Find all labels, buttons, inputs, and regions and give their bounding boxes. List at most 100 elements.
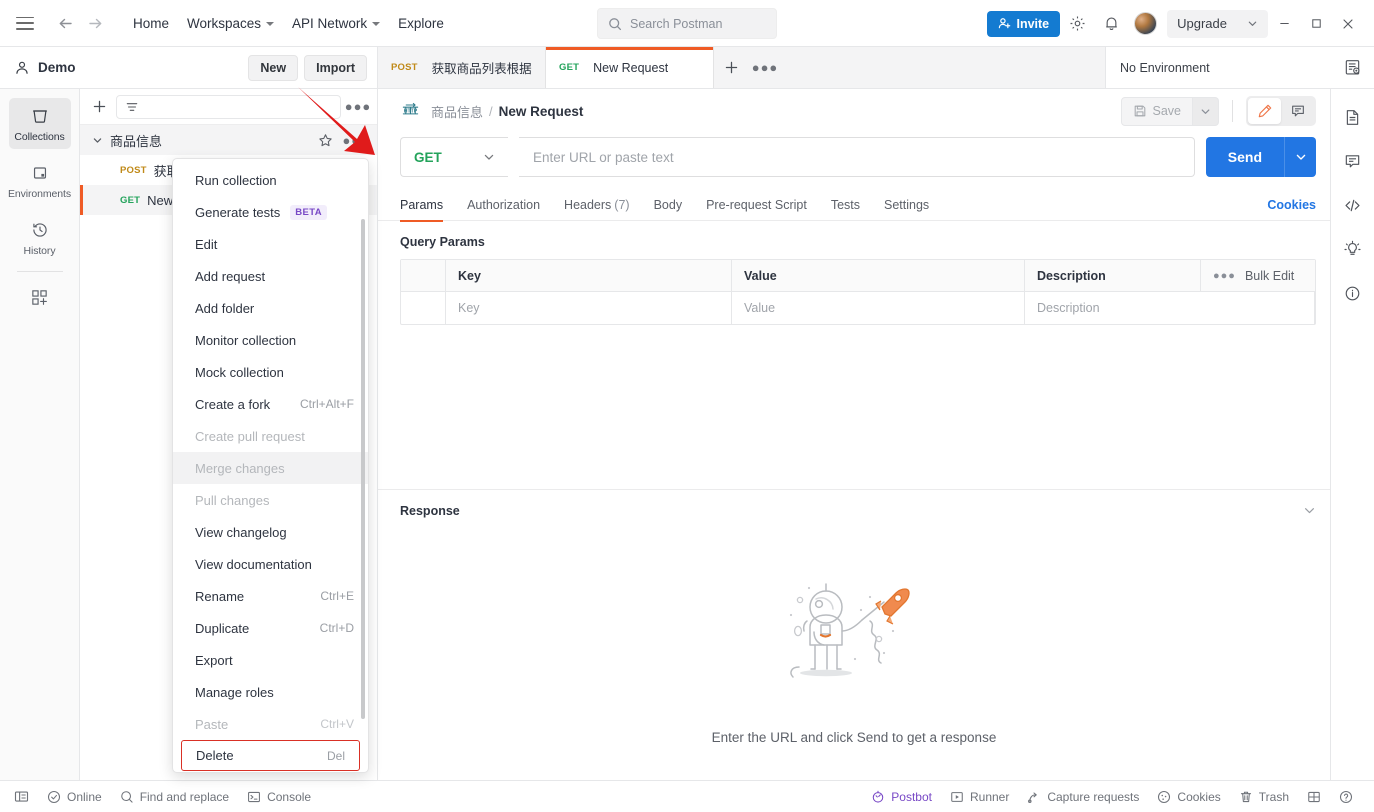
notifications-button[interactable] — [1094, 7, 1128, 41]
comment-view-button[interactable] — [1281, 98, 1314, 124]
nav-item-home[interactable]: Home — [124, 10, 178, 37]
edit-view-button[interactable] — [1248, 98, 1281, 124]
tab-pre-request-script[interactable]: Pre-request Script — [694, 189, 819, 221]
table-row[interactable]: Key Value Description — [401, 292, 1315, 324]
menu-item-add-request[interactable]: Add request — [173, 260, 368, 292]
menu-item-edit[interactable]: Edit — [173, 228, 368, 260]
send-button[interactable]: Send — [1205, 137, 1284, 177]
info-bulb-button[interactable] — [1336, 229, 1370, 269]
info-button[interactable] — [1336, 273, 1370, 313]
tab-authorization[interactable]: Authorization — [455, 189, 552, 221]
filter-icon — [126, 102, 138, 111]
save-options-button[interactable] — [1193, 96, 1219, 126]
menu-label: Monitor collection — [195, 332, 297, 348]
comments-button[interactable] — [1336, 141, 1370, 181]
cell-description[interactable]: Description — [1025, 292, 1315, 324]
bulk-edit-button[interactable]: ●●● Bulk Edit — [1201, 260, 1315, 291]
menu-item-delete[interactable]: Delete Del — [181, 740, 360, 771]
hamburger-icon[interactable] — [16, 16, 34, 30]
settings-button[interactable] — [1060, 7, 1094, 41]
menu-item-duplicate[interactable]: Duplicate Ctrl+D — [173, 612, 368, 644]
import-button[interactable]: Import — [304, 54, 367, 81]
collection-row[interactable]: 商品信息 ●●● — [80, 125, 377, 155]
cell-key[interactable]: Key — [446, 292, 732, 324]
window-close-button[interactable] — [1332, 0, 1364, 47]
menu-item-run-collection[interactable]: Run collection — [173, 164, 368, 196]
menu-item-manage-roles[interactable]: Manage roles — [173, 676, 368, 708]
sidebar-toggle-button[interactable] — [10, 781, 38, 812]
trash-button[interactable]: Trash — [1230, 781, 1298, 812]
menu-item-add-folder[interactable]: Add folder — [173, 292, 368, 324]
save-button[interactable]: Save — [1120, 96, 1193, 126]
status-online[interactable]: Online — [38, 781, 111, 812]
help-button[interactable] — [1330, 781, 1362, 812]
new-tab-button[interactable] — [714, 47, 748, 88]
console-button[interactable]: Console — [238, 781, 320, 812]
avatar[interactable] — [1134, 12, 1158, 35]
menu-item-export[interactable]: Export — [173, 644, 368, 676]
tab-body[interactable]: Body — [642, 189, 695, 221]
tab-settings[interactable]: Settings — [872, 189, 941, 221]
method-select[interactable]: GET — [400, 137, 508, 177]
url-input-wrap[interactable] — [519, 137, 1195, 177]
sidebar-filter-input[interactable] — [116, 94, 341, 119]
sidebar-add-button[interactable] — [88, 96, 110, 118]
search-container — [597, 8, 777, 39]
find-and-replace-button[interactable]: Find and replace — [111, 781, 238, 812]
tab-more-button[interactable]: ●●● — [748, 47, 782, 88]
url-input[interactable] — [533, 149, 1180, 165]
documentation-button[interactable] — [1336, 97, 1370, 137]
collection-more-button[interactable]: ●●● — [342, 129, 369, 151]
menu-item-mock-collection[interactable]: Mock collection — [173, 356, 368, 388]
sidebar-item-history[interactable]: History — [9, 212, 71, 263]
sidebar-item-collections[interactable]: Collections — [8, 98, 71, 149]
cookies-button[interactable]: Cookies — [1148, 781, 1229, 812]
row-checkbox-cell[interactable] — [401, 292, 446, 324]
menu-item-monitor-collection[interactable]: Monitor collection — [173, 324, 368, 356]
search-input[interactable] — [630, 16, 760, 31]
request-header-actions: Save — [1120, 96, 1316, 126]
arrow-right-icon[interactable] — [80, 8, 110, 38]
invite-button[interactable]: Invite — [987, 10, 1061, 37]
method-label: GET — [414, 149, 442, 165]
tab-item[interactable]: POST 获取商品列表根据商品名 — [378, 47, 546, 88]
tab-params[interactable]: Params — [400, 189, 455, 222]
cookies-link[interactable]: Cookies — [1267, 198, 1316, 212]
menu-item-rename[interactable]: Rename Ctrl+E — [173, 580, 368, 612]
add-new-button[interactable] — [9, 282, 71, 313]
window-minimize-button[interactable] — [1268, 0, 1300, 47]
menu-item-generate-tests[interactable]: Generate tests BETA — [173, 196, 368, 228]
capture-requests-button[interactable]: Capture requests — [1018, 781, 1148, 812]
menu-item-view-documentation[interactable]: View documentation — [173, 548, 368, 580]
environment-quick-look-button[interactable] — [1330, 47, 1374, 89]
star-icon[interactable] — [318, 133, 333, 148]
sidebar-more-button[interactable]: ●●● — [345, 96, 371, 118]
bell-icon — [1105, 17, 1117, 31]
send-options-button[interactable] — [1284, 137, 1316, 177]
breadcrumb-parent[interactable]: 商品信息 — [431, 102, 483, 121]
context-menu-scrollbar[interactable] — [361, 219, 365, 719]
arrow-left-icon[interactable] — [50, 8, 80, 38]
sidebar-item-environments[interactable]: Environments — [8, 155, 71, 206]
postbot-button[interactable]: Postbot — [867, 781, 941, 812]
search-box[interactable] — [597, 8, 777, 39]
select-all-cell[interactable] — [401, 260, 446, 291]
upgrade-button[interactable]: Upgrade — [1167, 9, 1268, 38]
cell-value[interactable]: Value — [732, 292, 1025, 324]
new-button[interactable]: New — [248, 54, 299, 81]
chevron-down-icon[interactable] — [92, 135, 106, 146]
chevron-down-icon[interactable] — [1303, 504, 1316, 517]
nav-item-explore[interactable]: Explore — [389, 10, 453, 37]
tab-tests[interactable]: Tests — [819, 189, 872, 221]
nav-item-workspaces[interactable]: Workspaces — [178, 10, 283, 37]
runner-button[interactable]: Runner — [941, 781, 1018, 812]
menu-item-create-a-fork[interactable]: Create a fork Ctrl+Alt+F — [173, 388, 368, 420]
nav-item-api-network[interactable]: API Network — [283, 10, 389, 37]
tab-headers[interactable]: Headers (7) — [552, 189, 642, 221]
right-rail — [1330, 89, 1374, 780]
window-maximize-button[interactable] — [1300, 0, 1332, 47]
code-snippet-button[interactable] — [1336, 185, 1370, 225]
tab-item[interactable]: GET New Request — [546, 47, 714, 88]
layout-button[interactable] — [1298, 781, 1330, 812]
menu-item-view-changelog[interactable]: View changelog — [173, 516, 368, 548]
